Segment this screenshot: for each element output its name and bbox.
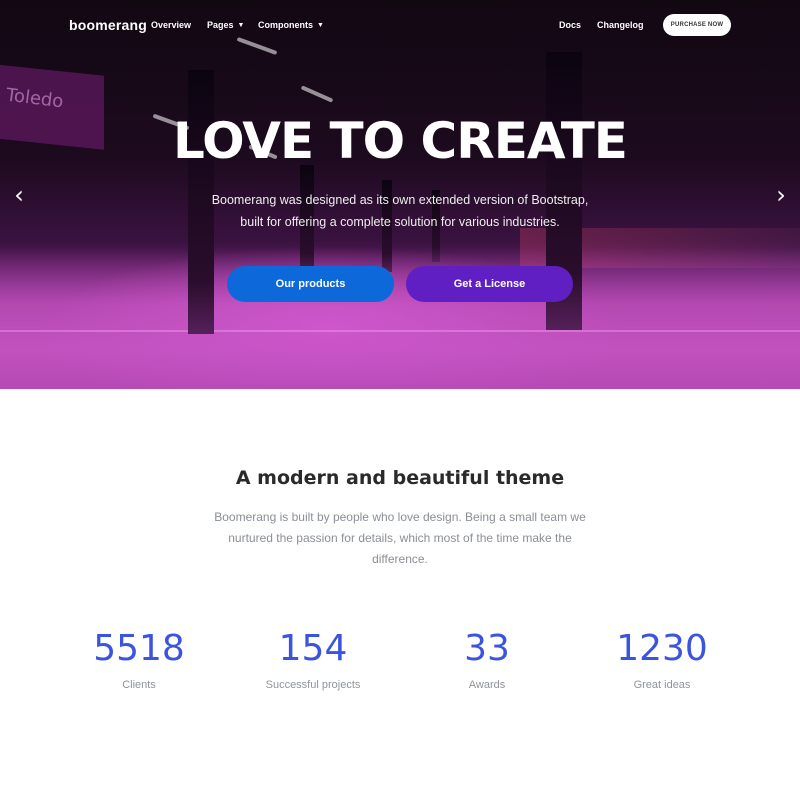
nav-item-pages[interactable]: Pages ▼	[207, 20, 244, 30]
section-title: A modern and beautiful theme	[235, 467, 565, 489]
navbar: boomerang Overview Pages ▼ Components ▼ Do…	[0, 0, 800, 52]
nav-item-overview[interactable]: Overview	[151, 20, 191, 30]
stat-label: Clients	[122, 679, 156, 691]
stat-value: 33	[464, 628, 510, 669]
chevron-right-icon[interactable]: ›	[771, 180, 791, 210]
stat-label: Great ideas	[633, 679, 691, 691]
stat-value: 154	[278, 628, 348, 669]
brand-logo[interactable]: boomerang	[69, 17, 147, 33]
nav-item-components[interactable]: Components ▼	[258, 20, 324, 30]
purchase-now-button[interactable]: PURCHASE NOW	[663, 14, 731, 36]
stat-label: Awards	[468, 679, 506, 691]
chevron-left-icon[interactable]: ‹	[9, 180, 29, 210]
nav-item-docs[interactable]: Docs	[559, 20, 581, 30]
get-license-button[interactable]: Get a License	[406, 266, 573, 302]
hero-subtitle: Boomerang was designed as its own extend…	[211, 193, 589, 229]
nav-item-label: Pages	[207, 20, 234, 30]
platform-edge	[0, 330, 800, 332]
canopy-light	[300, 85, 334, 103]
stat-projects: 154 Successful projects	[213, 628, 413, 691]
platform	[0, 248, 800, 389]
caret-down-icon: ▼	[237, 22, 245, 29]
nav-item-changelog[interactable]: Changelog	[597, 20, 644, 30]
nav-item-label: Components	[258, 20, 313, 30]
hero-title: LOVE TO CREATE	[173, 112, 628, 170]
stat-label: Successful projects	[265, 679, 361, 691]
stat-ideas: 1230 Great ideas	[562, 628, 762, 691]
section-description: Boomerang is built by people who love de…	[214, 510, 586, 566]
stat-clients: 5518 Clients	[39, 628, 239, 691]
stat-value: 5518	[93, 628, 185, 669]
stat-value: 1230	[616, 628, 708, 669]
stat-awards: 33 Awards	[387, 628, 587, 691]
our-products-button[interactable]: Our products	[227, 266, 394, 302]
caret-down-icon: ▼	[317, 22, 324, 29]
